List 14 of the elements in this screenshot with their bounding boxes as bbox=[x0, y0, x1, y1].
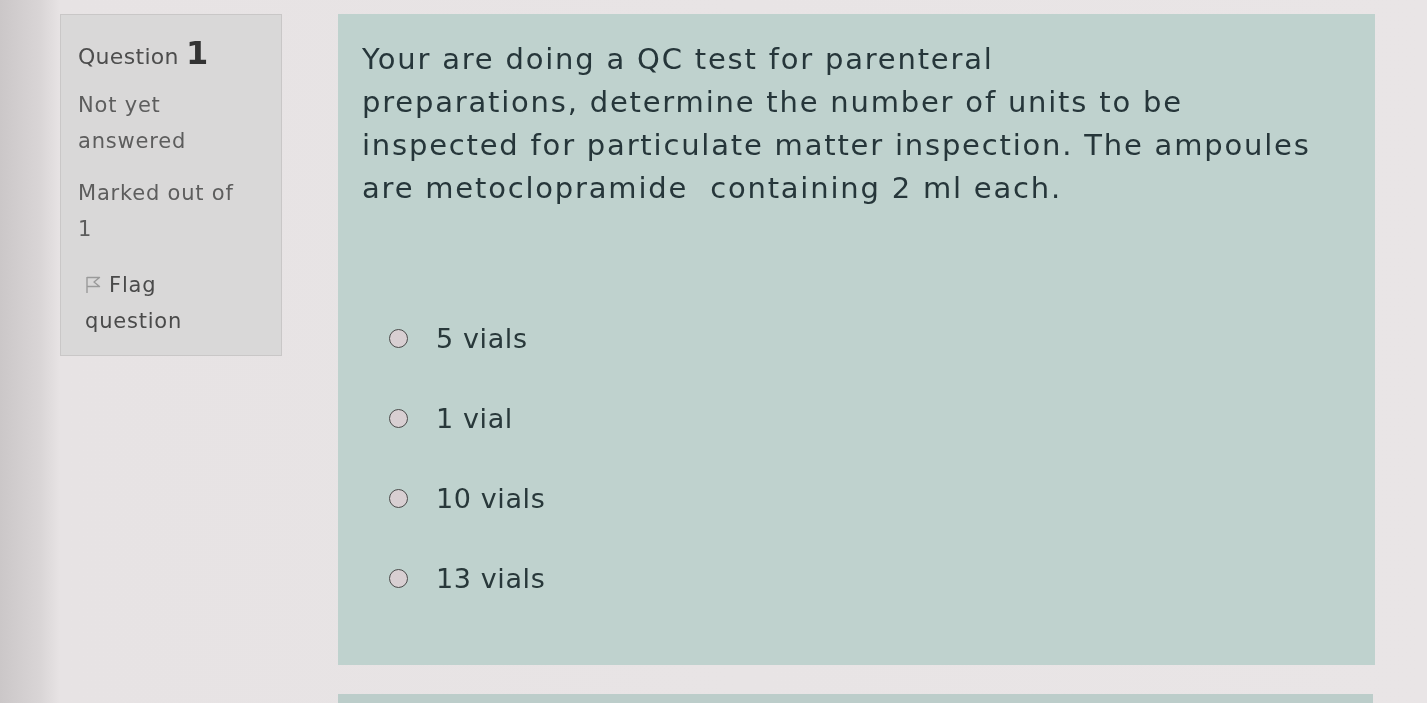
question-heading: Question 1 bbox=[78, 35, 210, 74]
radio-button[interactable] bbox=[389, 488, 408, 508]
flag-question-link[interactable]: Flag question bbox=[85, 267, 246, 339]
question-text: Your are doing a QC test for parenteral bbox=[362, 41, 995, 78]
question-text: preparations, determine the number of units to be inspected for particulate matter inspection. The ampoules are metoclopramide containing 2 ml each. bbox=[362, 84, 1312, 207]
radio-button[interactable] bbox=[389, 328, 408, 348]
answer-option-label[interactable]: 13 vials bbox=[436, 562, 546, 594]
answer-option-label[interactable]: 10 vials bbox=[436, 482, 546, 514]
answer-option-label[interactable]: 5 vials bbox=[436, 322, 528, 354]
radio-button[interactable] bbox=[389, 408, 408, 428]
question-status: Not yet answered bbox=[78, 92, 188, 155]
radio-button[interactable] bbox=[389, 568, 408, 588]
answer-option-label[interactable]: 1 vial bbox=[436, 402, 513, 434]
question-grade: Marked out of 1 bbox=[78, 180, 235, 243]
